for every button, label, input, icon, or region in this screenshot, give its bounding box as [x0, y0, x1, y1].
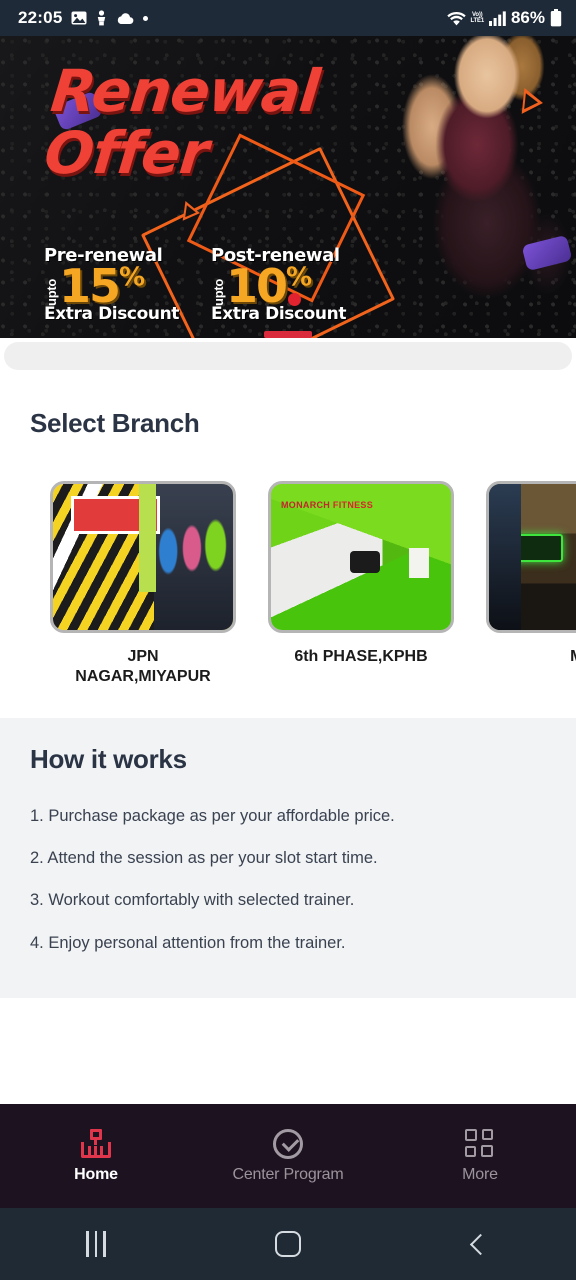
status-time: 22:05: [18, 8, 63, 27]
branch-card-6th-phase-kphb[interactable]: MONARCH FITNESS 6th PHASE,KPHB: [268, 481, 454, 688]
offer-upto-label: upto: [44, 279, 59, 306]
offer-subtitle: Extra Discount: [44, 304, 180, 324]
back-icon: [469, 1233, 491, 1255]
battery-icon: [550, 9, 562, 27]
branch-label-line2: NAGAR,MIYAPUR: [75, 668, 211, 686]
status-bar: 22:05 Vo)) LTE1 86%: [0, 0, 576, 36]
decor-dot: [288, 293, 301, 306]
branch-photo: [50, 481, 236, 633]
android-recents-button[interactable]: [0, 1231, 192, 1257]
check-circle-icon: [273, 1128, 303, 1159]
banner-headline: Renewal Offer: [41, 57, 322, 187]
android-navigation-bar: [0, 1208, 576, 1280]
branch-card-jpn-nagar-miyapur[interactable]: JPN NAGAR,MIYAPUR: [50, 481, 236, 688]
how-it-works-step: 3. Workout comfortably with selected tra…: [30, 891, 355, 910]
bottom-navigation-bar: Home Center Program More: [0, 1104, 576, 1208]
recents-icon: [86, 1231, 106, 1257]
dot-icon: [143, 15, 149, 21]
branch-photo: [486, 481, 576, 633]
how-it-works-step: 4. Enjoy personal attention from the tra…: [30, 933, 346, 952]
triangle-icon: [521, 88, 545, 116]
strip-wrapper: [0, 338, 576, 370]
signal-icon: [488, 10, 506, 26]
branch-label-line1: MI: [486, 647, 576, 667]
nav-label-more: More: [462, 1165, 498, 1183]
offer-pre-renewal: Pre-renewal upto 15% Extra Discount: [44, 245, 179, 324]
image-icon: [71, 10, 87, 26]
headline-line-1: Renewal: [47, 57, 323, 125]
nav-item-more[interactable]: More: [384, 1128, 576, 1184]
how-it-works-section: How it works 1. Purchase package as per …: [0, 717, 576, 998]
status-bar-right: Vo)) LTE1 86%: [446, 8, 562, 28]
nav-label-center-program: Center Program: [232, 1165, 344, 1183]
android-back-button[interactable]: [384, 1233, 576, 1255]
home-icon: [79, 1128, 113, 1159]
how-it-works-step: 2. Attend the session as per your slot s…: [30, 849, 378, 868]
branch-label: 6th PHASE,KPHB: [268, 647, 454, 667]
android-home-icon: [275, 1231, 301, 1257]
wifi-icon: [446, 11, 466, 26]
carousel-indicator[interactable]: [264, 331, 312, 338]
page-title: Select Branch: [30, 408, 200, 438]
cloud-icon: [116, 12, 134, 25]
page-filler: [0, 998, 576, 1102]
offer-subtitle: Extra Discount: [211, 304, 347, 324]
banner-offers: Pre-renewal upto 15% Extra Discount Post…: [44, 245, 346, 324]
triangle-icon: [182, 200, 202, 224]
nav-item-home[interactable]: Home: [0, 1128, 192, 1184]
volte-icon: Vo)) LTE1: [470, 12, 485, 24]
headline-line-2: Offer: [41, 118, 212, 187]
promo-banner[interactable]: Renewal Offer Pre-renewal upto 15% Extra…: [0, 36, 576, 338]
offer-upto-label: upto: [211, 279, 227, 306]
branch-label: MI: [486, 647, 576, 667]
gym-neon-photo: [489, 484, 576, 630]
nav-item-center-program[interactable]: Center Program: [192, 1128, 384, 1184]
battery-percent: 86%: [510, 8, 545, 27]
phone-screen: 22:05 Vo)) LTE1 86% Renewal Offer Pre-re…: [0, 0, 576, 1280]
android-home-button[interactable]: [192, 1231, 384, 1257]
branch-label-line1: 6th PHASE,KPHB: [294, 648, 428, 665]
nav-label-home: Home: [74, 1165, 118, 1183]
offer-post-renewal: Post-renewal upto 10% Extra Discount: [211, 245, 346, 324]
gym-sign-text: MONARCH FITNESS: [281, 500, 374, 510]
branch-label-line1: JPN: [127, 648, 159, 665]
grid-icon: [465, 1128, 495, 1159]
status-bar-left: 22:05: [18, 8, 149, 28]
how-it-works-title: How it works: [30, 743, 187, 774]
photo-detail: [350, 551, 381, 574]
photo-detail: [409, 548, 429, 579]
branch-carousel[interactable]: JPN NAGAR,MIYAPUR MONARCH FITNESS 6th PH…: [0, 439, 576, 688]
content-placeholder-strip: [4, 342, 572, 370]
branch-photo: MONARCH FITNESS: [268, 481, 454, 633]
offer-amount-row: upto 10%: [211, 263, 346, 309]
person-icon: [96, 10, 107, 26]
how-it-works-step: 1. Purchase package as per your affordab…: [30, 806, 395, 825]
branch-card-partial[interactable]: MI: [486, 481, 576, 688]
photo-detail: [139, 484, 156, 593]
offer-percent: 15%: [59, 258, 145, 313]
volte-bottom-text: LTE1: [470, 18, 485, 24]
select-branch-section: Select Branch JPN NAGAR,MIYAPUR MONARCH …: [0, 370, 576, 718]
offer-amount-row: upto 15%: [44, 258, 179, 313]
branch-label: JPN NAGAR,MIYAPUR: [50, 647, 236, 688]
